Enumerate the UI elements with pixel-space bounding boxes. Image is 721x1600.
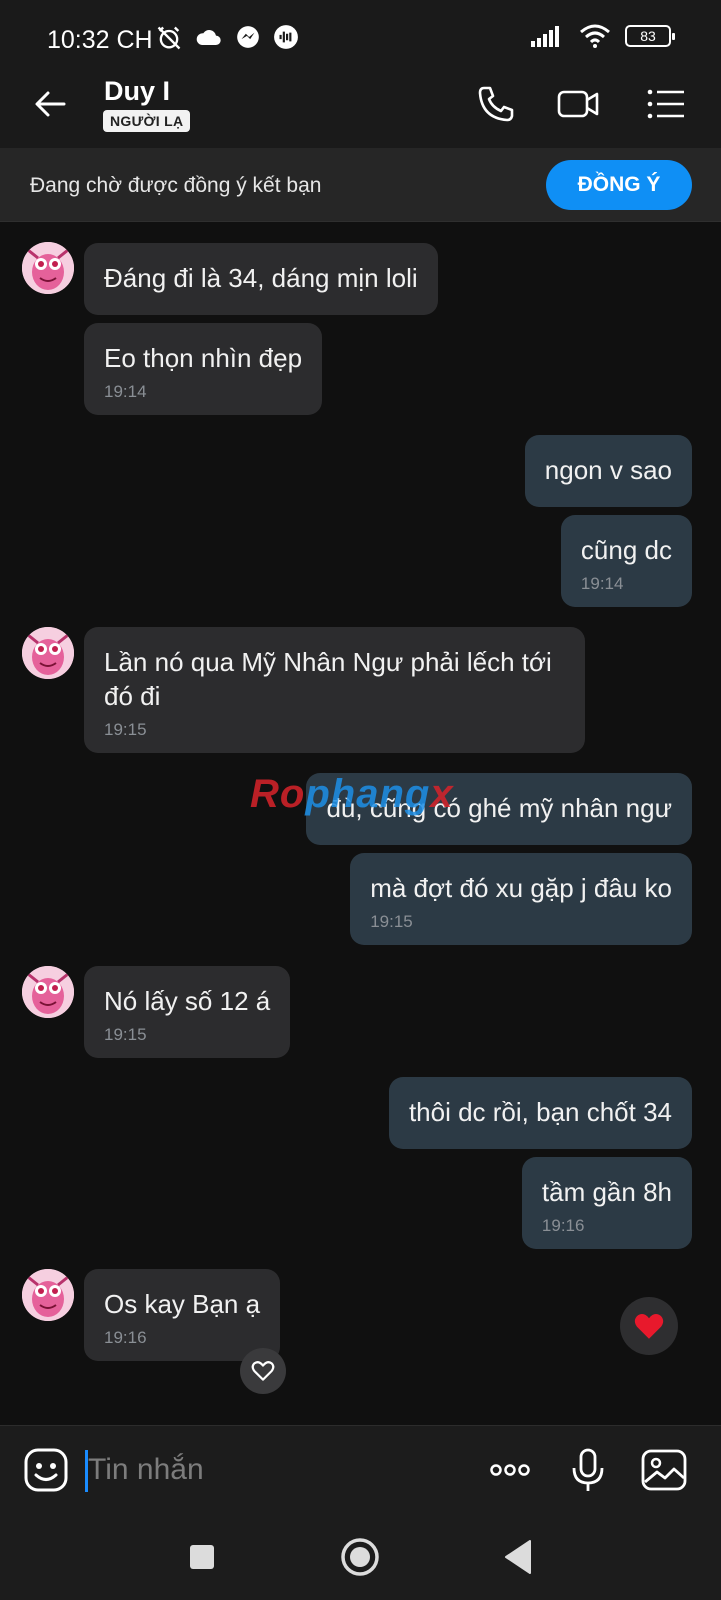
message-text: tầm gần 8h: [541, 1177, 672, 1207]
message-text: mà đợt đó xu gặp j đâu ko: [370, 873, 672, 903]
recents-icon[interactable]: [178, 1533, 226, 1581]
message-time: 19:14: [580, 574, 624, 593]
message-text: thôi dc rồi, bạn chốt 34: [408, 1097, 672, 1127]
wifi-icon: [580, 24, 610, 48]
message-text: Eo thọn nhìn đẹp: [104, 343, 303, 373]
alarm-off-icon: [157, 26, 181, 50]
status-notification-icons: [155, 24, 299, 52]
audio-wave-icon: [274, 25, 298, 49]
contact-avatar[interactable]: [22, 966, 74, 1018]
message-text: Lần nó qua Mỹ Nhân Ngư phải lếch tới đó …: [104, 647, 552, 711]
message-bubble-outgoing[interactable]: ngon v sao: [524, 435, 692, 507]
message-bubble-outgoing[interactable]: tầm gần 8h 19:16: [521, 1157, 692, 1249]
status-system-icons: 83: [531, 24, 675, 48]
microphone-icon[interactable]: [564, 1446, 612, 1494]
reaction-button[interactable]: [240, 1348, 286, 1394]
message-time: 19:16: [104, 1328, 147, 1347]
contact-name[interactable]: Duy I: [104, 76, 170, 107]
accept-friend-button[interactable]: ĐỒNG Ý: [546, 160, 692, 210]
message-text: Os kay Bạn ạ: [104, 1289, 261, 1319]
cloud-icon: [196, 30, 221, 45]
signal-icon: [531, 26, 559, 47]
more-icon[interactable]: [486, 1446, 534, 1494]
contact-avatar[interactable]: [22, 242, 74, 294]
message-bubble-outgoing[interactable]: cũng dc 19:14: [560, 515, 692, 607]
message-time: 19:15: [370, 912, 413, 931]
message-input[interactable]: [86, 1444, 466, 1496]
chat-header: Duy I NGƯỜI LẠ: [0, 60, 721, 148]
message-time: 19:16: [541, 1216, 585, 1235]
quick-heart-button[interactable]: [620, 1297, 678, 1355]
menu-list-icon[interactable]: [644, 82, 688, 126]
status-bar: 10:32 CH 83: [0, 0, 721, 60]
contact-avatar[interactable]: [22, 627, 74, 679]
system-nav-bar: [0, 1513, 721, 1600]
battery-indicator: 83: [625, 25, 675, 47]
status-time: 10:32 CH: [47, 26, 153, 54]
message-bubble-outgoing[interactable]: thôi dc rồi, bạn chốt 34: [388, 1077, 692, 1149]
friend-request-text: Đang chờ được đồng ý kết bạn: [30, 174, 322, 197]
heart-outline-icon: [251, 1361, 275, 1381]
messenger-icon: [237, 26, 259, 48]
back-icon[interactable]: [496, 1533, 544, 1581]
image-icon[interactable]: [640, 1446, 688, 1494]
message-text: ngon v sao: [544, 455, 672, 485]
message-bubble-incoming[interactable]: Đáng đi là 34, dáng mịn loli: [84, 243, 438, 315]
watermark-logo: Rophangx: [250, 772, 454, 816]
video-call-icon[interactable]: [556, 82, 600, 126]
message-input-bar: [0, 1425, 721, 1513]
message-time: 19:15: [104, 1025, 147, 1044]
message-time: 19:14: [104, 382, 147, 401]
contact-avatar[interactable]: [22, 1269, 74, 1321]
phone-icon[interactable]: [474, 82, 518, 126]
message-text: Nó lấy số 12 á: [104, 986, 271, 1016]
message-text: Đáng đi là 34, dáng mịn loli: [104, 263, 418, 293]
message-text: cũng dc: [580, 535, 672, 565]
back-arrow-icon[interactable]: [30, 84, 70, 124]
heart-icon: [634, 1314, 664, 1339]
message-bubble-incoming[interactable]: Os kay Bạn ạ 19:16: [84, 1269, 281, 1361]
home-icon[interactable]: [336, 1533, 384, 1581]
message-bubble-incoming[interactable]: Lần nó qua Mỹ Nhân Ngư phải lếch tới đó …: [84, 627, 585, 753]
stranger-badge: NGƯỜI LẠ: [103, 110, 191, 132]
message-bubble-incoming[interactable]: Nó lấy số 12 á 19:15: [84, 966, 291, 1058]
message-bubble-outgoing[interactable]: mà đợt đó xu gặp j đâu ko 19:15: [350, 853, 692, 945]
friend-request-bar: Đang chờ được đồng ý kết bạn ĐỒNG Ý: [0, 148, 721, 222]
message-bubble-incoming[interactable]: Eo thọn nhìn đẹp 19:14: [84, 323, 323, 415]
message-time: 19:15: [104, 720, 147, 739]
sticker-icon[interactable]: [22, 1446, 70, 1494]
